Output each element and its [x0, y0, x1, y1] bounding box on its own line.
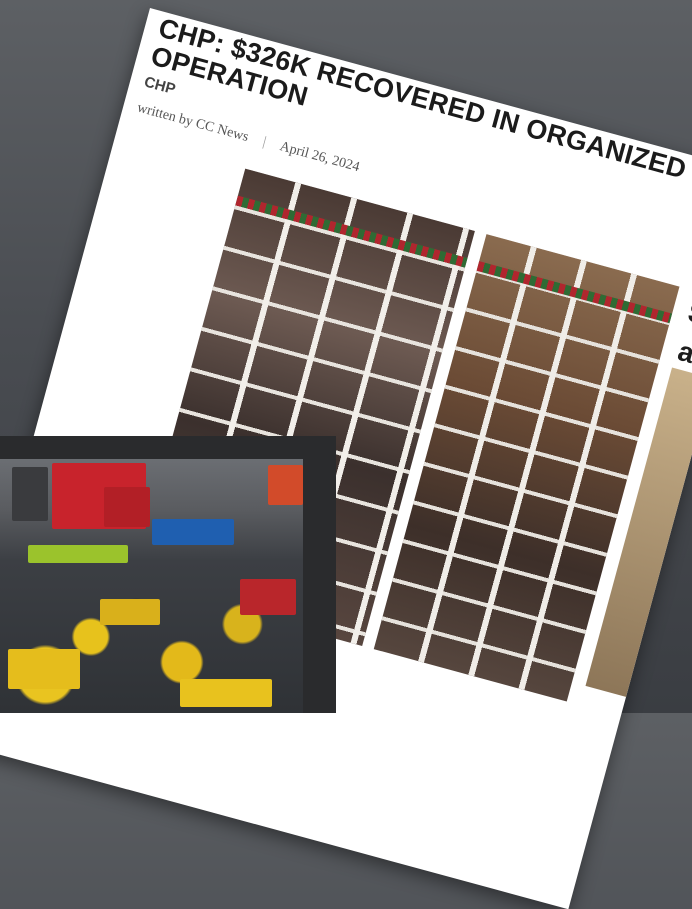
byline-date: April 26, 2024 — [278, 139, 362, 176]
tool-case-red — [268, 465, 303, 505]
tool-case-black — [12, 467, 48, 521]
byline-separator: | — [261, 134, 268, 150]
garland-decoration — [476, 261, 673, 324]
tool-blue — [152, 519, 234, 545]
tool-yellow — [180, 679, 272, 707]
garland-decoration — [235, 195, 468, 268]
tool-case-red — [104, 487, 150, 527]
tool-yellow — [8, 649, 80, 689]
article-category[interactable]: CHP — [142, 73, 177, 98]
tool-red — [240, 579, 296, 615]
side-image-caption: $3 au — [674, 296, 692, 374]
tool-green — [28, 545, 128, 563]
tool-yellow — [100, 599, 160, 625]
byline-author[interactable]: written by CC News — [135, 100, 250, 145]
power-tools-photo — [0, 459, 303, 713]
